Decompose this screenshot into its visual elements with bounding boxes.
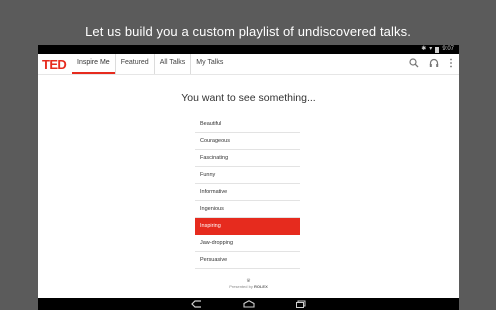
tab-all-talks[interactable]: All Talks bbox=[153, 54, 191, 74]
search-icon[interactable] bbox=[409, 58, 419, 68]
sponsor-name: ROLEX bbox=[253, 284, 268, 289]
recents-icon[interactable] bbox=[295, 300, 307, 308]
mood-option-funny[interactable]: Funny bbox=[195, 167, 300, 184]
wifi-icon: ▾ bbox=[429, 46, 433, 52]
mood-option-ingenious[interactable]: Ingenious bbox=[195, 201, 300, 218]
headphones-icon[interactable] bbox=[429, 58, 439, 68]
inspire-me-panel: You want to see something... Beautiful C… bbox=[38, 75, 459, 298]
back-icon[interactable] bbox=[190, 300, 203, 308]
mood-option-persuasive[interactable]: Persuasive bbox=[195, 252, 300, 269]
mood-option-jaw-dropping[interactable]: Jaw-dropping bbox=[195, 235, 300, 252]
mood-list: Beautiful Courageous Fascinating Funny I… bbox=[195, 116, 300, 269]
mood-option-beautiful[interactable]: Beautiful bbox=[195, 116, 300, 133]
bluetooth-icon: ✱ bbox=[421, 46, 427, 52]
mood-option-informative[interactable]: Informative bbox=[195, 184, 300, 201]
mood-option-fascinating[interactable]: Fascinating bbox=[195, 150, 300, 167]
battery-icon bbox=[435, 46, 440, 53]
prompt-heading: You want to see something... bbox=[181, 92, 316, 104]
overflow-menu-icon[interactable] bbox=[449, 58, 453, 68]
tab-bar: Inspire Me Featured All Talks My Talks bbox=[72, 54, 228, 74]
status-time: 9:07 bbox=[442, 46, 454, 52]
ted-logo[interactable]: TED bbox=[42, 57, 67, 72]
sponsor-prefix: Presented by bbox=[229, 284, 253, 289]
system-nav-bar bbox=[38, 298, 459, 310]
tab-featured[interactable]: Featured bbox=[114, 54, 154, 74]
status-bar: ✱ ▾ 9:07 bbox=[38, 45, 459, 54]
device-screen: ✱ ▾ 9:07 TED Inspire Me Featured All Tal… bbox=[38, 45, 459, 310]
promo-caption: Let us build you a custom playlist of un… bbox=[85, 24, 411, 39]
tab-my-talks[interactable]: My Talks bbox=[190, 54, 228, 74]
mood-option-inspiring[interactable]: Inspiring bbox=[195, 218, 300, 235]
sponsor-credit: ♛ Presented by ROLEX bbox=[38, 279, 459, 290]
app-bar: TED Inspire Me Featured All Talks My Tal… bbox=[38, 54, 459, 75]
tab-inspire-me[interactable]: Inspire Me bbox=[72, 54, 115, 74]
app-actions bbox=[409, 58, 453, 68]
mood-option-courageous[interactable]: Courageous bbox=[195, 133, 300, 150]
status-icons: ✱ ▾ 9:07 bbox=[421, 46, 454, 53]
home-icon[interactable] bbox=[242, 300, 255, 308]
